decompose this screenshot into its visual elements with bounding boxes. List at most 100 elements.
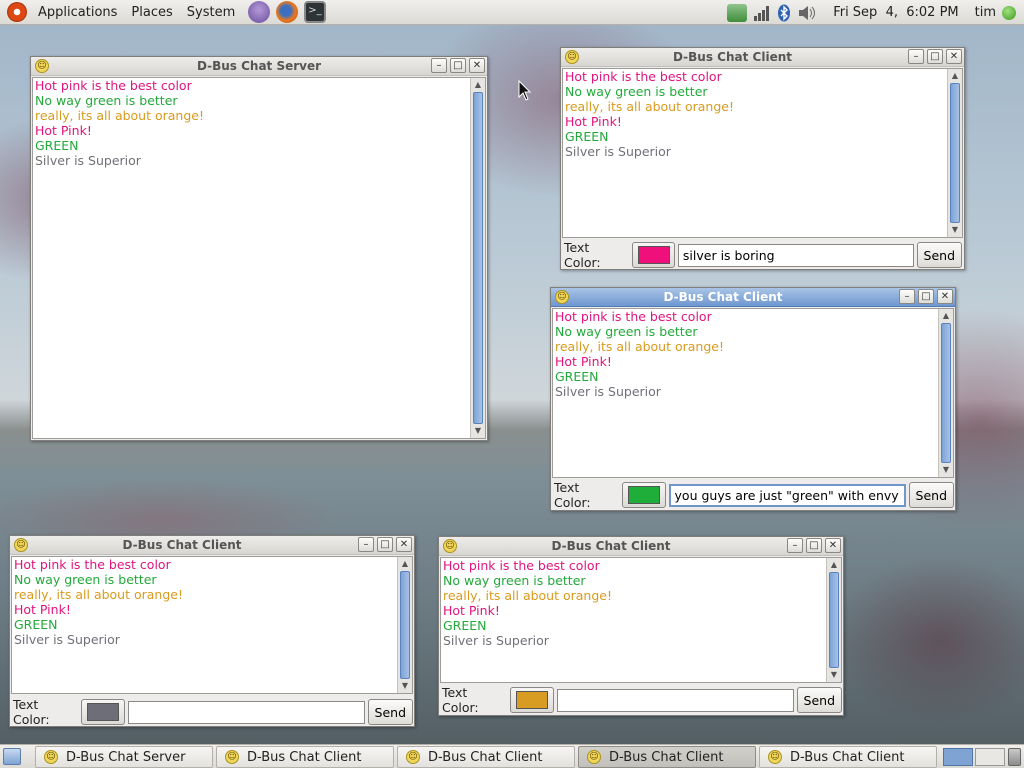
color-swatch xyxy=(87,703,119,721)
server-message-log[interactable]: Hot pink is the best color No way green i… xyxy=(32,77,486,439)
text-color-label: Text Color: xyxy=(442,685,479,715)
scroll-up-icon[interactable]: ▲ xyxy=(949,70,961,82)
send-button[interactable]: Send xyxy=(908,482,954,508)
trash-icon[interactable] xyxy=(1008,748,1021,766)
chat-message: Hot pink is the best color xyxy=(35,78,192,93)
clock[interactable]: Fri Sep 4, 6:02 PM xyxy=(833,5,958,20)
workspace-1[interactable] xyxy=(943,748,973,766)
send-button[interactable]: Send xyxy=(916,242,962,268)
client-message-log[interactable]: Hot pink is the best color No way green i… xyxy=(562,68,963,238)
ubuntu-logo-icon[interactable] xyxy=(7,2,27,22)
chat-message: Silver is Superior xyxy=(565,144,671,159)
taskbar-item-client[interactable]: ☺ D-Bus Chat Client xyxy=(397,746,575,768)
client-titlebar[interactable]: ☺ D-Bus Chat Client – □ ✕ xyxy=(439,537,843,556)
text-color-button[interactable] xyxy=(510,687,554,713)
show-desktop-icon[interactable] xyxy=(3,748,21,765)
user-status-icon[interactable] xyxy=(1002,5,1016,20)
scroll-down-icon[interactable]: ▼ xyxy=(399,680,411,692)
minimize-button[interactable]: – xyxy=(431,58,447,73)
chat-message: Hot Pink! xyxy=(565,114,622,129)
maximize-button[interactable]: □ xyxy=(377,537,393,552)
message-input[interactable] xyxy=(677,243,914,267)
vertical-scrollbar[interactable]: ▲ ▼ xyxy=(470,78,485,438)
taskbar-item-client-active[interactable]: ☺ D-Bus Chat Client xyxy=(578,746,756,768)
text-color-button[interactable] xyxy=(632,242,675,268)
scroll-up-icon[interactable]: ▲ xyxy=(399,558,411,570)
maximize-button[interactable]: □ xyxy=(927,49,943,64)
message-input[interactable] xyxy=(127,700,365,724)
send-button[interactable]: Send xyxy=(367,699,413,725)
minimize-button[interactable]: – xyxy=(908,49,924,64)
smiley-app-icon[interactable]: ☺ xyxy=(14,538,28,552)
minimize-button[interactable]: – xyxy=(358,537,374,552)
server-titlebar[interactable]: ☺ D-Bus Chat Server – □ ✕ xyxy=(31,57,487,76)
menu-system[interactable]: System xyxy=(180,5,242,20)
client-titlebar[interactable]: ☺ D-Bus Chat Client – □ ✕ xyxy=(10,536,414,555)
taskbar-label: D-Bus Chat Server xyxy=(66,749,186,765)
vertical-scrollbar[interactable]: ▲ ▼ xyxy=(397,557,412,693)
taskbar-item-client[interactable]: ☺ D-Bus Chat Client xyxy=(759,746,937,768)
network-monitor-icon[interactable] xyxy=(727,3,748,22)
terminal-launcher-icon[interactable]: >_ xyxy=(304,1,327,23)
scroll-down-icon[interactable]: ▼ xyxy=(828,669,840,681)
menu-applications[interactable]: Applications xyxy=(31,5,124,20)
text-color-button[interactable] xyxy=(81,699,125,725)
chat-message: Silver is Superior xyxy=(555,384,661,399)
close-button[interactable]: ✕ xyxy=(825,538,841,553)
smiley-app-icon: ☺ xyxy=(768,750,782,764)
bluetooth-icon[interactable] xyxy=(777,4,791,22)
maximize-button[interactable]: □ xyxy=(450,58,466,73)
vertical-scrollbar[interactable]: ▲ ▼ xyxy=(938,309,953,477)
scroll-thumb[interactable] xyxy=(473,92,483,424)
minimize-button[interactable]: – xyxy=(787,538,803,553)
window-title: D-Bus Chat Server xyxy=(196,59,322,73)
color-swatch xyxy=(637,246,670,264)
menu-places[interactable]: Places xyxy=(124,5,179,20)
chat-message: GREEN xyxy=(35,138,79,153)
text-color-button[interactable] xyxy=(622,482,666,508)
taskbar-item-client[interactable]: ☺ D-Bus Chat Client xyxy=(216,746,394,768)
client-message-log[interactable]: Hot pink is the best color No way green i… xyxy=(11,556,413,694)
workspace-2[interactable] xyxy=(975,748,1005,766)
scroll-thumb[interactable] xyxy=(941,323,951,463)
scroll-down-icon[interactable]: ▼ xyxy=(472,425,484,437)
firefox-launcher-icon[interactable] xyxy=(276,1,299,23)
close-button[interactable]: ✕ xyxy=(396,537,412,552)
user-name[interactable]: tim xyxy=(975,5,996,20)
maximize-button[interactable]: □ xyxy=(918,289,934,304)
vertical-scrollbar[interactable]: ▲ ▼ xyxy=(826,558,841,682)
taskbar-label: D-Bus Chat Client xyxy=(428,749,543,765)
close-button[interactable]: ✕ xyxy=(469,58,485,73)
minimize-button[interactable]: – xyxy=(899,289,915,304)
message-input[interactable] xyxy=(556,688,794,712)
scroll-down-icon[interactable]: ▼ xyxy=(949,224,961,236)
send-button[interactable]: Send xyxy=(796,687,842,713)
smiley-app-icon[interactable]: ☺ xyxy=(555,290,569,304)
smiley-app-icon[interactable]: ☺ xyxy=(443,539,457,553)
pidgin-launcher-icon[interactable] xyxy=(248,1,271,23)
client-message-log[interactable]: Hot pink is the best color No way green i… xyxy=(440,557,842,683)
scroll-thumb[interactable] xyxy=(400,571,410,679)
taskbar-item-server[interactable]: ☺ D-Bus Chat Server xyxy=(35,746,213,768)
chat-client-window-3: ☺ D-Bus Chat Client – □ ✕ Hot pink is the … xyxy=(9,535,415,727)
scroll-up-icon[interactable]: ▲ xyxy=(828,559,840,571)
volume-icon[interactable] xyxy=(797,5,817,21)
smiley-app-icon: ☺ xyxy=(225,750,239,764)
client-message-log[interactable]: Hot pink is the best color No way green i… xyxy=(552,308,954,478)
workspace-switcher[interactable] xyxy=(943,748,1005,766)
vertical-scrollbar[interactable]: ▲ ▼ xyxy=(947,69,962,237)
signal-strength-icon[interactable] xyxy=(753,5,771,21)
client-titlebar[interactable]: ☺ D-Bus Chat Client – □ ✕ xyxy=(551,288,955,307)
maximize-button[interactable]: □ xyxy=(806,538,822,553)
smiley-app-icon[interactable]: ☺ xyxy=(565,50,579,64)
scroll-down-icon[interactable]: ▼ xyxy=(940,464,952,476)
close-button[interactable]: ✕ xyxy=(937,289,953,304)
scroll-thumb[interactable] xyxy=(829,572,839,668)
scroll-up-icon[interactable]: ▲ xyxy=(940,310,952,322)
client-titlebar[interactable]: ☺ D-Bus Chat Client – □ ✕ xyxy=(561,48,964,67)
scroll-up-icon[interactable]: ▲ xyxy=(472,79,484,91)
close-button[interactable]: ✕ xyxy=(946,49,962,64)
message-input[interactable] xyxy=(668,483,906,507)
scroll-thumb[interactable] xyxy=(950,83,960,223)
smiley-app-icon[interactable]: ☺ xyxy=(35,59,49,73)
